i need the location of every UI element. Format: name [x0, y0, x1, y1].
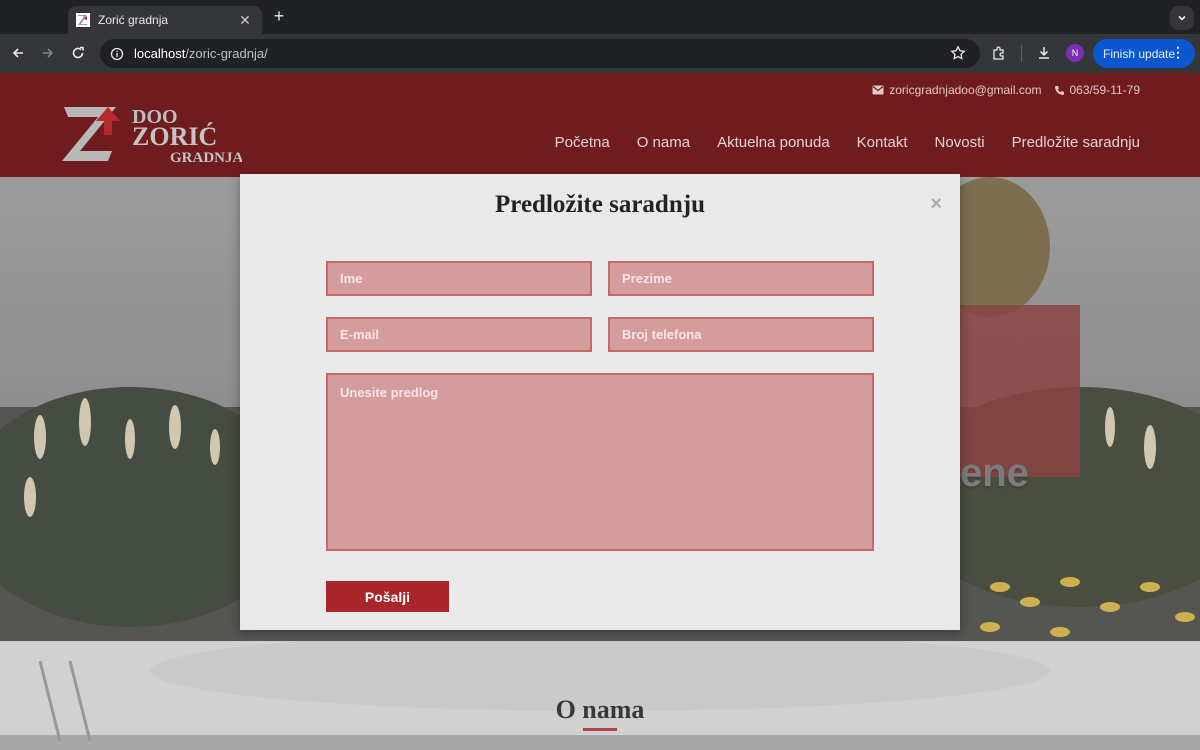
- phone-text: 063/59-11-79: [1069, 83, 1141, 97]
- browser-toolbar: localhost/zoric-gradnja/ N Finish update…: [0, 34, 1200, 73]
- arrow-left-icon: [12, 48, 23, 58]
- send-button[interactable]: Pošalji: [326, 581, 449, 612]
- site-header: DOO ZORIĆ GRADNJA zoricgradnjadoo@gmail.…: [0, 73, 1200, 177]
- url-host: localhost: [134, 46, 186, 61]
- logo-text-gradnja: GRADNJA: [170, 150, 242, 165]
- company-logo[interactable]: DOO ZORIĆ GRADNJA: [62, 101, 243, 166]
- finish-update-label: Finish update: [1103, 46, 1176, 61]
- browser-tab-bar: Zorić gradnja ✕ +: [0, 0, 1200, 34]
- nav-item-novosti[interactable]: Novosti: [935, 134, 985, 151]
- first-name-field[interactable]: [326, 261, 592, 296]
- page-viewport: ene O nama DOO ZORIĆ GRADNJA zoricgradnj…: [0, 73, 1200, 750]
- site-favicon-icon: [76, 13, 90, 27]
- downloads-button[interactable]: [1033, 42, 1055, 64]
- address-bar[interactable]: localhost/zoric-gradnja/: [100, 39, 980, 68]
- puzzle-icon: [993, 46, 1004, 60]
- url-path: /zoric-gradnja/: [185, 46, 268, 61]
- new-tab-icon[interactable]: +: [268, 6, 290, 28]
- last-name-field[interactable]: [608, 261, 874, 296]
- tab-search-button[interactable]: [1170, 6, 1194, 30]
- more-menu-icon[interactable]: ⋮: [1171, 45, 1185, 59]
- email-text: zoricgradnjadoo@gmail.com: [889, 83, 1042, 97]
- modal-title: Predložite saradnju: [495, 191, 705, 218]
- extensions-button[interactable]: [988, 42, 1010, 64]
- nav-item-predlozite-saradnju[interactable]: Predložite saradnju: [1012, 134, 1140, 151]
- proposal-textarea[interactable]: [326, 373, 874, 551]
- reload-button[interactable]: [67, 42, 89, 64]
- reload-icon: [72, 46, 84, 59]
- finish-update-button[interactable]: Finish update ⋮: [1093, 39, 1195, 68]
- back-button[interactable]: [7, 42, 29, 64]
- url-text: localhost/zoric-gradnja/: [134, 46, 268, 61]
- tab-close-icon[interactable]: ✕: [236, 12, 254, 29]
- phone-contact[interactable]: 063/59-11-79: [1054, 83, 1141, 97]
- main-navigation: Početna O nama Aktuelna ponuda Kontakt N…: [555, 134, 1140, 151]
- contact-info: zoricgradnjadoo@gmail.com 063/59-11-79: [872, 83, 1140, 97]
- email-contact[interactable]: zoricgradnjadoo@gmail.com: [872, 83, 1042, 97]
- envelope-icon: [872, 85, 884, 95]
- site-info-icon[interactable]: [110, 47, 124, 61]
- nav-item-kontakt[interactable]: Kontakt: [857, 134, 908, 151]
- logo-mark-icon: DOO ZORIĆ GRADNJA: [62, 106, 243, 166]
- close-icon[interactable]: ×: [930, 194, 942, 214]
- phone-icon: [1054, 85, 1064, 95]
- logo-text-zoric: ZORIĆ: [132, 122, 217, 151]
- browser-tab[interactable]: Zorić gradnja ✕: [68, 6, 262, 34]
- nav-item-aktuelna-ponuda[interactable]: Aktuelna ponuda: [717, 134, 830, 151]
- tab-title: Zorić gradnja: [98, 13, 169, 27]
- email-field[interactable]: [326, 317, 592, 352]
- forward-button[interactable]: [37, 42, 59, 64]
- nav-item-o-nama[interactable]: O nama: [637, 134, 690, 151]
- arrow-right-icon: [43, 48, 54, 58]
- phone-field[interactable]: [608, 317, 874, 352]
- collaboration-modal: Predložite saradnju × Pošalji: [240, 174, 960, 630]
- profile-avatar[interactable]: N: [1066, 44, 1084, 62]
- nav-item-pocetna[interactable]: Početna: [555, 134, 610, 151]
- chevron-down-icon: [1178, 15, 1186, 21]
- toolbar-divider: [1021, 45, 1022, 62]
- download-icon: [1039, 47, 1049, 59]
- bookmark-star-icon[interactable]: [950, 45, 966, 66]
